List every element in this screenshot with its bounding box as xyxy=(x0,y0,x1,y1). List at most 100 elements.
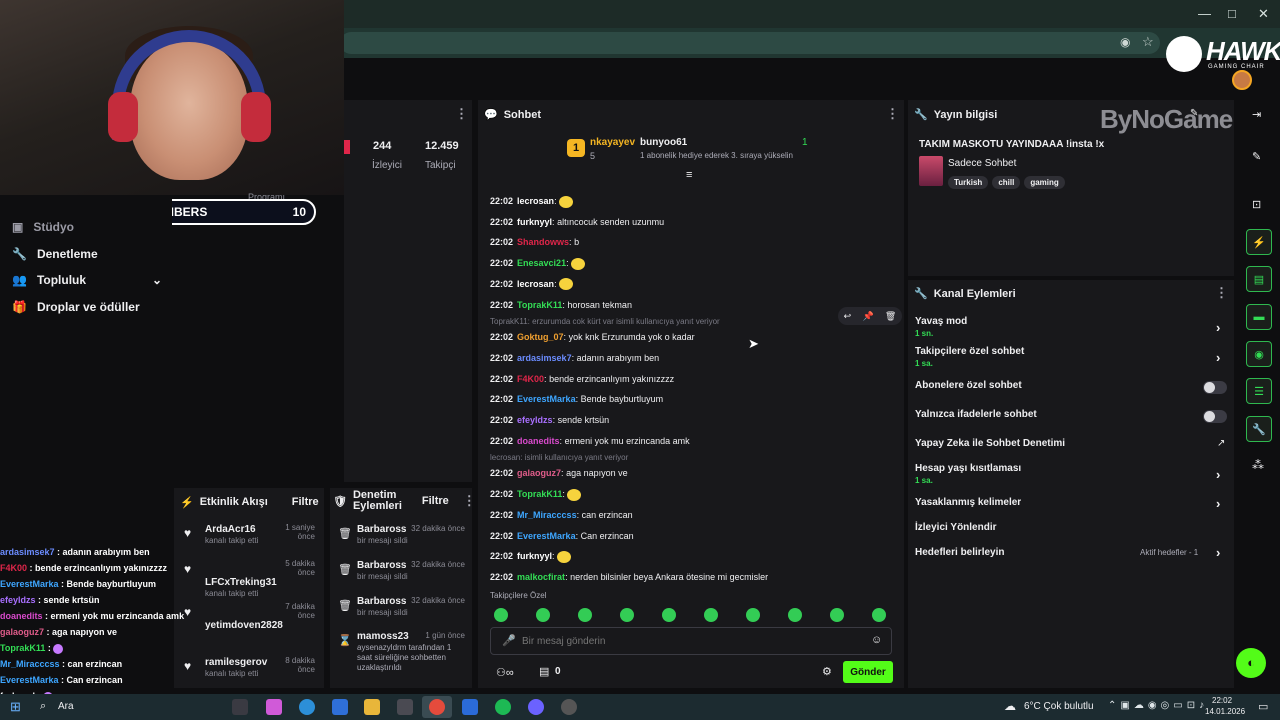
wrench-icon[interactable]: 🔧 xyxy=(1246,416,1272,442)
chat-message[interactable]: 22:02 ToprakK11: horosan tekman xyxy=(490,299,632,311)
bolt-icon[interactable]: ⚡ xyxy=(1246,229,1272,255)
activity-event[interactable]: 7 dakika önce yetimdoven2828 xyxy=(205,602,315,631)
chat-message-input[interactable] xyxy=(522,632,862,650)
emote-icon[interactable] xyxy=(830,607,844,622)
maximize-icon[interactable]: □ xyxy=(1228,6,1236,21)
chat-message[interactable]: 22:02 lecrosan: xyxy=(490,195,574,208)
channel-action-row[interactable]: Hesap yaşı kısıtlaması 1 sa. xyxy=(915,463,1227,485)
chat-username[interactable]: furknyyl xyxy=(517,551,552,561)
chat-username[interactable]: furknyyl xyxy=(517,217,552,227)
chrome-icon[interactable] xyxy=(429,699,445,715)
emote-icon[interactable] xyxy=(494,607,508,622)
collapse-panel-icon[interactable]: ⇥ xyxy=(1252,108,1261,121)
chat-username[interactable]: Goktug_07 xyxy=(517,332,564,342)
chevron-right-icon[interactable]: › xyxy=(1216,467,1220,482)
activity-username[interactable]: ramilesgerov xyxy=(205,657,267,668)
chat-username[interactable]: doanedits xyxy=(517,436,560,446)
chat-message[interactable]: 22:02 lecrosan: xyxy=(490,278,574,291)
moderation-event[interactable]: 32 dakika önce Barbaross bir mesajı sildi xyxy=(357,524,465,545)
chat-message[interactable]: 22:02 efeyldzs: sende krtsün xyxy=(490,414,609,426)
moderation-event[interactable]: 32 dakika önce Barbaross bir mesajı sildi xyxy=(357,596,465,617)
chat-message[interactable]: 22:02 F4K00: bende erzincanlıyım yakınızz… xyxy=(490,373,674,385)
xbox-icon[interactable] xyxy=(397,699,413,715)
collapse-icon[interactable]: ≡ xyxy=(686,169,692,181)
url-input[interactable] xyxy=(340,32,1160,54)
moderation-username[interactable]: Barbaross xyxy=(357,524,406,535)
broadcast-icon[interactable]: ◉ xyxy=(1246,341,1272,367)
chat-message[interactable]: 22:02 Shandowws: b xyxy=(490,236,579,248)
edge-icon[interactable] xyxy=(299,699,315,715)
channel-action-row[interactable]: Yavaş mod 1 sn. xyxy=(915,316,1227,338)
channel-action-row[interactable]: Yapay Zeka ile Sohbet Denetimi xyxy=(915,438,1227,449)
send-button[interactable]: Gönder xyxy=(843,661,893,683)
moderation-username[interactable]: mamoss23 xyxy=(357,631,409,642)
channel-action-row[interactable]: Abonelere özel sohbet xyxy=(915,380,1227,391)
chat-username[interactable]: F4K00 xyxy=(517,374,544,384)
activity-event[interactable]: 1 saniye önce ArdaAcr16 kanalı takip etti xyxy=(205,523,315,545)
chat-message[interactable]: 22:02 ardasimsek7: adanın arabıyım ben xyxy=(490,352,659,364)
emote-icon[interactable] xyxy=(578,607,592,622)
external-link-icon[interactable]: ↗ xyxy=(1217,438,1225,449)
spotify-icon[interactable] xyxy=(495,699,511,715)
star-icon[interactable]: ☆ xyxy=(1142,34,1154,50)
channel-action-row[interactable]: İzleyici Yönlendir xyxy=(915,522,1227,533)
moderation-username[interactable]: Barbaross xyxy=(357,596,406,607)
emote-icon[interactable] xyxy=(704,607,718,622)
tray-icons[interactable]: ⌃▣☁◉◎▭⊡♪ xyxy=(1108,700,1208,711)
chat-username[interactable]: Mr_Miracccss xyxy=(517,510,577,520)
minimize-icon[interactable]: — xyxy=(1198,6,1211,21)
chat-username[interactable]: malkocfirat xyxy=(517,572,565,582)
pencil-icon[interactable]: ✎ xyxy=(1252,150,1261,163)
chat-username[interactable]: ToprakK11 xyxy=(517,300,562,310)
screenshot-icon[interactable]: ⊡ xyxy=(1252,198,1261,211)
channel-action-row[interactable]: Takipçilere özel sohbet 1 sa. xyxy=(915,346,1227,368)
tag[interactable]: Turkish xyxy=(948,176,989,189)
tag[interactable]: chill xyxy=(992,176,1021,189)
chat-message[interactable]: 22:02 EverestMarka: Can erzincan xyxy=(490,530,634,542)
chat-username[interactable]: EverestMarka xyxy=(517,394,576,404)
chat-message[interactable]: 22:02 ToprakK11: xyxy=(490,488,582,501)
activity-username[interactable]: LFCxTreking31 xyxy=(205,577,277,588)
emote-icon[interactable] xyxy=(788,607,802,622)
chevron-right-icon[interactable]: › xyxy=(1216,320,1220,335)
close-icon[interactable]: ✕ xyxy=(1258,6,1269,22)
discord-icon[interactable] xyxy=(528,699,544,715)
pin-icon[interactable]: 📌 xyxy=(862,311,873,322)
search-icon[interactable]: ⌕ xyxy=(40,700,46,713)
chat-username[interactable]: Enesavci21 xyxy=(517,258,566,268)
eye-slash-icon[interactable]: ◉ xyxy=(1120,35,1130,49)
mic-icon[interactable]: 🎤 xyxy=(502,634,516,647)
more-options-icon[interactable]: ⋮ xyxy=(455,106,468,122)
chat-message[interactable]: 22:02 furknyyl: altıncocuk senden uzunmu xyxy=(490,216,664,228)
chat-message[interactable]: 22:02 furknyyl: xyxy=(490,550,572,563)
moderation-event[interactable]: 32 dakika önce Barbaross bir mesajı sildi xyxy=(357,560,465,581)
chat-more-options-icon[interactable]: ⋮ xyxy=(886,106,899,122)
channel-action-row[interactable]: Yalnızca ifadelerle sohbet xyxy=(915,409,1227,420)
chat-message[interactable]: 22:02 Mr_Miracccss: can erzincan xyxy=(490,509,633,521)
folder-icon[interactable] xyxy=(364,699,380,715)
chevron-right-icon[interactable]: › xyxy=(1216,545,1220,560)
sidebar-item-studio[interactable]: ▣ Stüdyo xyxy=(12,220,162,234)
toggle-switch[interactable] xyxy=(1203,410,1227,423)
activity-filter-button[interactable]: Filtre xyxy=(292,496,319,508)
chat-username[interactable]: lecrosan xyxy=(517,196,554,206)
chat-username[interactable]: Shandowws xyxy=(517,237,569,247)
chat-bubble-icon[interactable]: ▬ xyxy=(1246,304,1272,330)
activity-username[interactable]: ArdaAcr16 xyxy=(205,524,256,535)
taskbar-search-label[interactable]: Ara xyxy=(58,701,74,712)
sidebar-item-community[interactable]: 👥 Topluluk ⌄ xyxy=(12,273,162,287)
gear-icon[interactable]: ⚙ xyxy=(822,665,832,678)
toggle-switch[interactable] xyxy=(1203,381,1227,394)
chat-username[interactable]: galaoguz7 xyxy=(517,468,561,478)
help-icon[interactable]: ◐ xyxy=(1236,648,1266,678)
chat-message[interactable]: 22:02 doanedits: ermeni yok mu erzincanda… xyxy=(490,435,690,447)
sidebar-item-moderation[interactable]: 🔧 Denetleme xyxy=(12,247,162,261)
tag[interactable]: gaming xyxy=(1024,176,1065,189)
stream-category[interactable]: Sadece Sohbet xyxy=(948,158,1016,169)
group-icon[interactable]: ⁂ xyxy=(1252,458,1264,472)
activity-event[interactable]: 8 dakika önce ramilesgerov kanalı takip et… xyxy=(205,656,315,678)
more-options-icon[interactable]: ⋮ xyxy=(1215,285,1228,301)
chat-message[interactable]: 22:02 EverestMarka: Bende bayburtluyum xyxy=(490,393,663,405)
notification-icon[interactable]: ▭ xyxy=(1258,700,1268,713)
chat-username[interactable]: ToprakK11 xyxy=(517,489,562,499)
